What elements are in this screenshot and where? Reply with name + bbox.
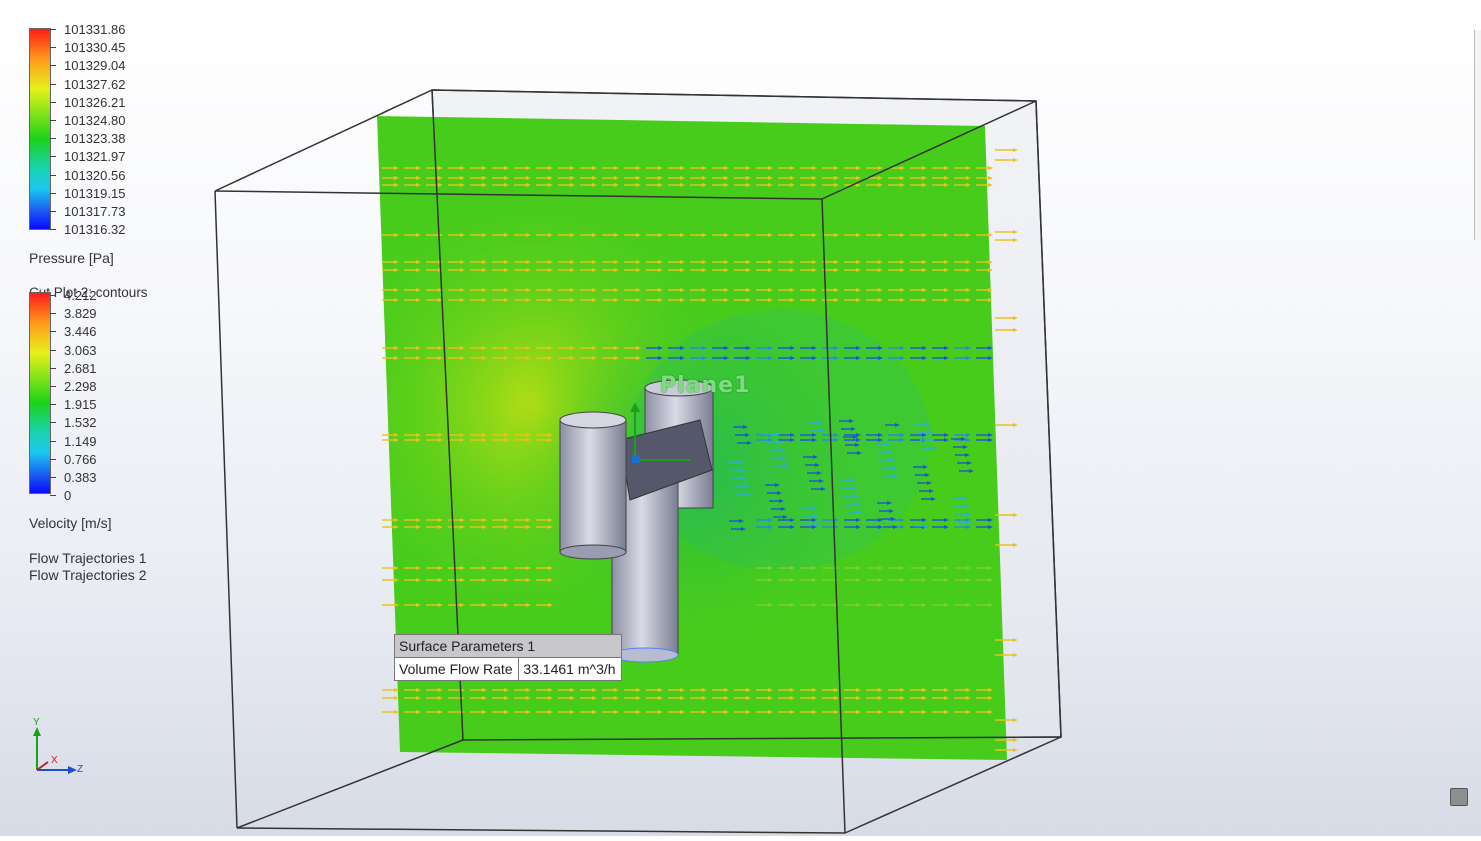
velocity-tick-mark <box>50 313 56 315</box>
graphics-viewport[interactable]: Y X Z <box>0 0 1481 836</box>
velocity-tick-mark <box>50 440 56 442</box>
pressure-tick-mark <box>50 138 56 140</box>
pressure-tick-label: 101317.73 <box>64 204 126 219</box>
surface-parameters-title: Surface Parameters 1 <box>394 634 622 658</box>
pressure-tick-label: 101319.15 <box>64 185 126 201</box>
velocity-tick-mark <box>50 367 56 369</box>
pressure-tick-label: 101331.86 <box>64 22 126 37</box>
pressure-tick-mark <box>50 29 56 30</box>
surface-parameters-table[interactable]: Surface Parameters 1 Volume Flow Rate 33… <box>393 634 622 681</box>
pressure-tick-label: 101326.21 <box>64 94 126 110</box>
plane-label[interactable]: Plane1 <box>660 373 750 398</box>
velocity-tick-mark <box>50 349 56 351</box>
velocity-tick-mark <box>50 295 56 296</box>
velocity-arrowhead <box>1013 748 1018 752</box>
velocity-arrowhead <box>394 710 399 714</box>
pressure-tick-label: 101329.04 <box>64 58 126 74</box>
flow-trajectories-2-label[interactable]: Flow Trajectories 2 <box>29 567 146 583</box>
model-view[interactable]: Y X Z <box>0 0 1481 836</box>
velocity-tick-mark <box>50 495 56 497</box>
triad-z-label: Z <box>77 764 83 775</box>
pressure-tick-mark <box>50 101 56 103</box>
pressure-tick-mark <box>50 192 56 194</box>
velocity-tick-mark <box>50 422 56 424</box>
velocity-tick-mark <box>50 386 56 387</box>
surface-parameter-value: 33.1461 m^3/h <box>518 657 622 681</box>
pressure-tick-mark <box>50 229 56 231</box>
pressure-tick-label: 101324.80 <box>64 113 126 128</box>
velocity-arrowhead <box>1013 738 1018 742</box>
surface-parameter-name: Volume Flow Rate <box>393 657 520 681</box>
pressure-tick-mark <box>50 211 56 212</box>
pressure-tick-mark <box>50 156 56 158</box>
velocity-tick-label: 0 <box>64 488 72 504</box>
velocity-tick-label: 2.298 <box>64 379 97 394</box>
velocity-tick-label: 0.383 <box>64 470 97 485</box>
corner-button[interactable] <box>1450 788 1468 806</box>
velocity-tick-label: 1.915 <box>64 397 97 413</box>
velocity-tick-mark <box>50 331 56 333</box>
velocity-tick-mark <box>50 404 56 406</box>
velocity-tick-label: 2.681 <box>64 360 97 376</box>
pressure-tick-label: 101330.45 <box>64 40 126 56</box>
velocity-legend-title: Velocity [m/s] <box>29 515 112 531</box>
pressure-legend-title: Pressure [Pa] <box>29 250 114 266</box>
velocity-tick-mark <box>50 458 56 460</box>
right-scroll-strip[interactable] <box>1474 30 1481 240</box>
pressure-tick-label: 101320.56 <box>64 167 126 183</box>
velocity-tick-label: 1.532 <box>64 415 97 431</box>
velocity-tick-mark <box>50 477 56 478</box>
velocity-tick-label: 0.766 <box>64 451 97 467</box>
pressure-tick-label: 101323.38 <box>64 131 126 147</box>
velocity-tick-label: 3.829 <box>64 306 97 322</box>
pressure-tick-mark <box>50 65 56 67</box>
flow-trajectories-1-label[interactable]: Flow Trajectories 1 <box>29 550 146 566</box>
pressure-tick-mark <box>50 47 56 49</box>
velocity-tick-label: 3.063 <box>64 342 97 358</box>
triad-x-label: X <box>51 755 58 766</box>
velocity-tick-label: 4.212 <box>64 288 97 303</box>
pressure-tick-mark <box>50 120 56 121</box>
triad-y-label: Y <box>33 717 40 728</box>
pressure-tick-mark <box>50 174 56 176</box>
pressure-tick-label: 101316.32 <box>64 222 126 238</box>
view-triad: Y X Z <box>33 717 83 775</box>
pressure-tick-label: 101327.62 <box>64 76 126 92</box>
pressure-tick-mark <box>50 83 56 85</box>
pressure-colorbar <box>29 28 51 230</box>
velocity-tick-label: 3.446 <box>64 324 97 340</box>
pressure-tick-label: 101321.97 <box>64 149 126 165</box>
velocity-tick-label: 1.149 <box>64 433 97 449</box>
velocity-colorbar <box>29 292 51 494</box>
